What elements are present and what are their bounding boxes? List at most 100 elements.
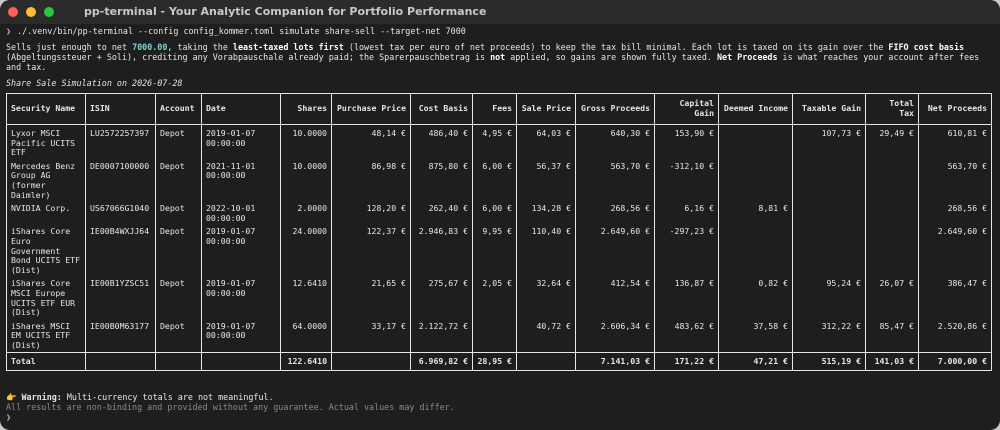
total-cell: Total <box>6 352 86 372</box>
table-cell: 563,70 € <box>918 159 992 203</box>
table-cell: 2021-11-01 00:00:00 <box>201 159 281 203</box>
table-cell <box>792 159 866 203</box>
total-cell: 171,22 € <box>654 352 719 372</box>
table-cell: 37,58 € <box>718 319 793 353</box>
table-cell: 134,28 € <box>516 202 576 226</box>
table-cell: 2019-01-07 00:00:00 <box>201 124 281 160</box>
table-cell: 486,40 € <box>410 124 473 160</box>
table-cell <box>865 225 919 278</box>
table-cell: 32,64 € <box>516 277 576 320</box>
prompt-caret-icon: ❯ <box>6 26 12 36</box>
target-amount: 7000.00 <box>132 42 168 52</box>
table-cell: 136,87 € <box>654 277 719 320</box>
table-cell: DE0007100000 <box>85 159 156 203</box>
table-cell: 563,70 € <box>575 159 655 203</box>
table-cell: 56,37 € <box>516 159 576 203</box>
table-cell: 2019-01-07 00:00:00 <box>201 319 281 353</box>
table-cell: 2.946,83 € <box>410 225 473 278</box>
table-cell: 9,95 € <box>472 225 517 278</box>
table-cell: iShares MSCI EM UCITS ETF (Dist) <box>6 319 86 353</box>
total-cell: 7.000,00 € <box>918 352 992 372</box>
table-cell <box>865 159 919 203</box>
table-cell: 2.649,60 € <box>575 225 655 278</box>
table-cell: 610,81 € <box>918 124 992 160</box>
pointing-hand-icon: 👉 <box>6 392 17 403</box>
table-row: Mercedes Benz Group AG (former Daimler) D… <box>6 159 992 203</box>
table-cell: 128,20 € <box>331 202 411 226</box>
table-cell <box>718 124 793 160</box>
command-line: ❯ ./.venv/bin/pp-terminal --config confi… <box>6 26 994 36</box>
table-body: Lyxor MSCI Pacific UCITS ETF LU2572257397… <box>6 124 992 353</box>
table-cell: 95,24 € <box>792 277 866 320</box>
table-cell: 85,47 € <box>865 319 919 353</box>
header-cell: Cost Basis <box>410 93 473 125</box>
total-cell: 122.6410 <box>280 352 332 372</box>
table-cell <box>472 319 517 353</box>
table-cell: Lyxor MSCI Pacific UCITS ETF <box>6 124 86 160</box>
table-cell: 6,16 € <box>654 202 719 226</box>
table-cell: -312,10 € <box>654 159 719 203</box>
header-cell: Shares <box>280 93 332 125</box>
maximize-window-button[interactable] <box>44 7 54 17</box>
table-cell: 2,05 € <box>472 277 517 320</box>
sale-simulation-table: Security Name ISIN Account Date Shares P… <box>6 93 992 372</box>
disclaimer-text: All results are non-binding and provided… <box>6 402 455 413</box>
table-cell: US67066G1040 <box>85 202 156 226</box>
table-cell: Depot <box>155 159 202 203</box>
total-cell <box>155 352 202 372</box>
table-cell: 4,95 € <box>472 124 517 160</box>
warning-text: Multi-currency totals are not meaningful… <box>61 392 274 403</box>
table-row: iShares Core MSCI Europe UCITS ETF EUR (… <box>6 277 992 320</box>
table-cell: 10.0000 <box>280 124 332 160</box>
table-cell: 86,98 € <box>331 159 411 203</box>
header-cell: Date <box>201 93 281 125</box>
table-cell: 2.520,86 € <box>918 319 992 353</box>
header-cell: Gross Proceeds <box>575 93 655 125</box>
total-cell: 515,19 € <box>792 352 866 372</box>
total-row: Total 122.6410 6.969,82 €28,95 € 7.141,03 €… <box>6 352 992 372</box>
intro-paragraph: Sells just enough to net 7000.00, taking… <box>6 42 980 72</box>
header-cell: Account <box>155 93 202 125</box>
table-cell: 6,00 € <box>472 202 517 226</box>
command-text: ./.venv/bin/pp-terminal --config config_… <box>17 26 466 36</box>
table-cell: 2.0000 <box>280 202 332 226</box>
terminal-output[interactable]: ❯ ./.venv/bin/pp-terminal --config confi… <box>0 24 1000 422</box>
table-cell: 110,40 € <box>516 225 576 278</box>
minimize-window-button[interactable] <box>26 7 36 17</box>
total-cell <box>201 352 281 372</box>
total-cell: 6.969,82 € <box>410 352 473 372</box>
table-row: iShares MSCI EM UCITS ETF (Dist) IE00B0M6… <box>6 319 992 353</box>
table-cell: 33,17 € <box>331 319 411 353</box>
close-window-button[interactable] <box>8 7 18 17</box>
table-cell: 64,03 € <box>516 124 576 160</box>
table-cell: 122,37 € <box>331 225 411 278</box>
total-cell <box>85 352 156 372</box>
table-cell: 107,73 € <box>792 124 866 160</box>
prompt-caret-icon[interactable]: ❯ <box>6 412 994 422</box>
table-row: NVIDIA Corp. US67066G1040 Depot 2022-10-01 … <box>6 202 992 226</box>
table-cell <box>865 202 919 226</box>
warning-label: Warning: <box>21 392 62 403</box>
header-cell: Taxable Gain <box>792 93 866 125</box>
table-cell: 40,72 € <box>516 319 576 353</box>
table-cell <box>792 225 866 278</box>
table-cell: 48,14 € <box>331 124 411 160</box>
table-cell: 312,22 € <box>792 319 866 353</box>
table-cell: Mercedes Benz Group AG (former Daimler) <box>6 159 86 203</box>
table-cell: 153,90 € <box>654 124 719 160</box>
header-cell: Fees <box>472 93 517 125</box>
table-cell: 2019-01-07 00:00:00 <box>201 225 281 278</box>
table-cell: 275,67 € <box>410 277 473 320</box>
table-cell: 64.0000 <box>280 319 332 353</box>
total-cell: 141,03 € <box>865 352 919 372</box>
table-cell: Depot <box>155 225 202 278</box>
table-cell: 268,56 € <box>575 202 655 226</box>
header-cell: Security Name <box>6 93 86 125</box>
total-cell: 47,21 € <box>718 352 793 372</box>
table-header: Security Name ISIN Account Date Shares P… <box>6 93 992 125</box>
table-cell: 2.606,34 € <box>575 319 655 353</box>
table-cell: IE00B0M63177 <box>85 319 156 353</box>
table-cell: 10.0000 <box>280 159 332 203</box>
table-cell: 12.6410 <box>280 277 332 320</box>
title-bar: pp-terminal - Your Analytic Companion fo… <box>0 0 1000 24</box>
